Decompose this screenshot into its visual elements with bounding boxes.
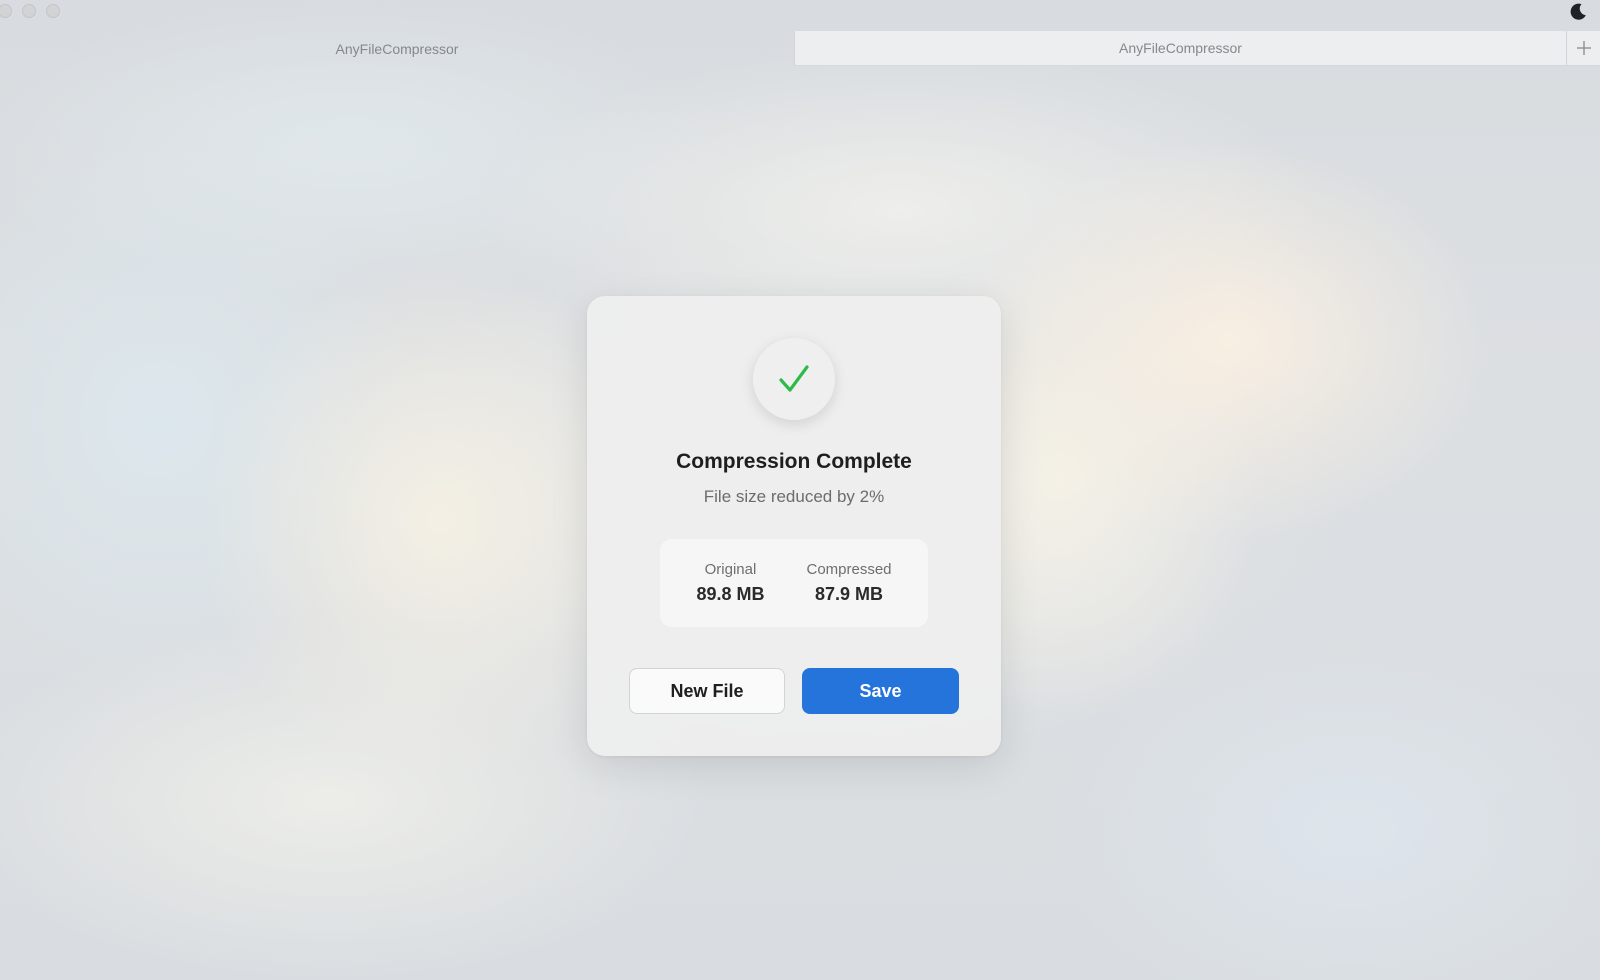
dialog-title: Compression Complete <box>676 450 912 473</box>
compressed-size-stat: Compressed 87.9 MB <box>806 561 891 605</box>
original-size-stat: Original 89.8 MB <box>696 561 764 605</box>
tab-inactive[interactable]: AnyFileCompressor <box>0 31 794 66</box>
close-icon[interactable] <box>0 4 12 18</box>
checkmark-icon <box>779 365 809 392</box>
minimize-icon[interactable] <box>22 4 36 18</box>
original-size-label: Original <box>704 561 757 578</box>
size-stats-panel: Original 89.8 MB Compressed 87.9 MB <box>660 539 928 627</box>
tab-active[interactable]: AnyFileCompressor <box>794 31 1566 66</box>
success-badge <box>753 338 835 420</box>
tab-label: AnyFileCompressor <box>1119 40 1242 56</box>
compression-complete-card: Compression Complete File size reduced b… <box>587 296 1001 756</box>
plus-icon <box>1576 41 1591 55</box>
moon-icon[interactable] <box>1568 2 1588 22</box>
window-controls <box>0 4 60 18</box>
tab-label: AnyFileCompressor <box>335 40 459 57</box>
original-size-value: 89.8 MB <box>696 584 765 604</box>
dialog-subtitle: File size reduced by 2% <box>703 487 885 506</box>
zoom-icon[interactable] <box>46 4 60 18</box>
tab-bar: AnyFileCompressor AnyFileCompressor <box>0 31 1600 66</box>
save-button[interactable]: Save <box>802 668 959 714</box>
new-file-button[interactable]: New File <box>629 668 785 714</box>
compressed-size-label: Compressed <box>806 561 892 578</box>
new-tab-button[interactable] <box>1566 31 1600 66</box>
compressed-size-value: 87.9 MB <box>814 584 884 604</box>
